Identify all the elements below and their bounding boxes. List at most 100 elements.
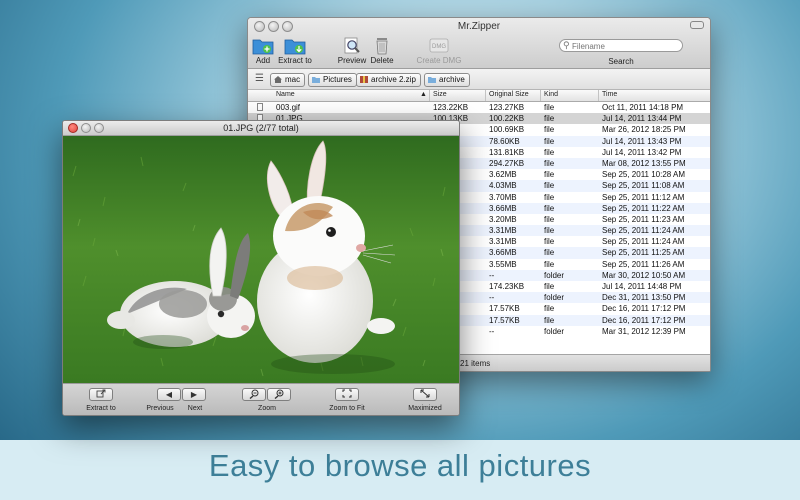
cell-time: Sep 25, 2011 11:12 AM xyxy=(602,192,685,202)
cell-time: Dec 16, 2011 17:12 PM xyxy=(602,304,686,314)
cell-original: -- xyxy=(489,293,495,303)
add-folder-icon xyxy=(252,39,274,55)
window-title: Mr.Zipper xyxy=(457,21,501,32)
column-header-time[interactable]: Time xyxy=(602,91,617,98)
cell-name: 003.gif xyxy=(276,103,301,112)
cell-time: Jul 14, 2011 14:48 PM xyxy=(602,282,682,291)
path-crumb-pictures[interactable]: Pictures xyxy=(308,73,357,87)
promo-caption: Easy to browse all pictures xyxy=(208,448,592,483)
cell-original: 100.22KB xyxy=(489,114,525,124)
cell-time: Dec 16, 2011 17:12 PM xyxy=(602,315,686,325)
create-dmg-label: Create DMG xyxy=(416,56,462,65)
expand-arrows-icon xyxy=(420,389,430,398)
fit-frame-icon xyxy=(342,389,352,398)
cell-original: 3.31MB xyxy=(489,237,517,247)
path-crumb-archive[interactable]: archive xyxy=(424,73,470,87)
cell-original: 3.31MB xyxy=(489,226,517,236)
path-crumb-archive-zip[interactable]: archive 2.zip xyxy=(356,73,421,87)
table-row[interactable]: 003.gif 123.22KB 123.27KB file Oct 11, 2011 … xyxy=(248,102,710,113)
home-icon xyxy=(274,76,282,83)
preview-magnifier-icon xyxy=(344,37,360,54)
previous-arrow-icon: ◀ xyxy=(165,390,173,399)
path-crumb-label: archive xyxy=(439,75,465,84)
maximized-button[interactable] xyxy=(413,388,437,401)
image-viewer-window: 01.JPG (2/77 total) Extract to ◀ ▶ Previ… xyxy=(62,120,460,416)
toolbar-toggle-button[interactable] xyxy=(690,21,704,29)
cell-original: 123.27KB xyxy=(489,103,525,112)
cell-time: Sep 25, 2011 11:08 AM xyxy=(602,181,685,191)
file-list-header: Name ▲ Size Original Size Kind Time xyxy=(248,90,710,102)
cell-kind: file xyxy=(544,203,555,213)
path-menu-icon[interactable]: ☰ xyxy=(255,73,264,84)
cell-kind: file xyxy=(544,315,555,325)
cell-kind: file xyxy=(544,192,555,202)
maximized-label: Maximized xyxy=(408,405,442,412)
cell-original: 3.62MB xyxy=(489,170,517,180)
path-crumb-label: mac xyxy=(285,75,301,84)
cell-time: Sep 25, 2011 11:26 AM xyxy=(602,259,685,269)
cell-kind: file xyxy=(544,170,555,180)
cell-kind: file xyxy=(544,158,555,168)
cell-kind: file xyxy=(544,304,555,314)
cell-time: Jul 14, 2011 13:43 PM xyxy=(602,136,682,146)
cell-original: 3.20MB xyxy=(489,214,517,224)
zoom-label: Zoom xyxy=(258,405,276,412)
extract-to-viewer-button[interactable] xyxy=(89,388,113,401)
zip-archive-icon xyxy=(360,76,368,83)
path-crumb-label: archive 2.zip xyxy=(371,75,416,84)
cell-original: 100.69KB xyxy=(489,125,525,135)
cell-time: Mar 31, 2012 12:39 PM xyxy=(602,326,686,336)
search-input[interactable] xyxy=(572,41,677,51)
cell-original: 17.57KB xyxy=(489,315,520,325)
cell-original: 78.60KB xyxy=(489,136,520,146)
zoom-in-button[interactable] xyxy=(267,388,291,401)
next-label: Next xyxy=(187,405,203,412)
cell-kind: file xyxy=(544,136,555,146)
column-header-original-size[interactable]: Original Size xyxy=(489,91,529,98)
cell-original: 3.70MB xyxy=(489,192,517,202)
zoom-out-icon xyxy=(249,389,259,400)
dmg-disk-icon: DMG xyxy=(429,38,449,53)
cell-kind: file xyxy=(544,214,555,224)
cell-original: 294.27KB xyxy=(489,158,525,168)
extract-to-button[interactable]: Extract to xyxy=(275,36,315,65)
previous-button[interactable]: ◀ xyxy=(157,388,181,401)
path-crumb-home[interactable]: mac xyxy=(270,73,306,87)
folder-icon xyxy=(312,77,320,83)
cell-kind: folder xyxy=(544,326,565,336)
viewer-toolbar: Extract to ◀ ▶ Previous Next Zoom Zoom t… xyxy=(63,383,459,415)
cell-time: Oct 11, 2011 14:18 PM xyxy=(602,103,684,112)
zoom-to-fit-label: Zoom to Fit xyxy=(329,405,365,412)
cell-original: -- xyxy=(489,270,495,280)
column-header-kind[interactable]: Kind xyxy=(544,91,558,98)
next-button[interactable]: ▶ xyxy=(182,388,206,401)
dmg-badge-text: DMG xyxy=(432,44,446,50)
cell-original: 131.81KB xyxy=(489,147,525,157)
cell-kind: file xyxy=(544,237,555,247)
column-header-size[interactable]: Size xyxy=(433,91,447,98)
extract-folder-icon xyxy=(284,39,306,55)
zoom-to-fit-button[interactable] xyxy=(335,388,359,401)
path-crumb-label: Pictures xyxy=(323,75,352,84)
column-header-name[interactable]: Name xyxy=(276,91,295,98)
file-icon xyxy=(257,103,263,111)
zipper-titlebar: Mr.Zipper Add Extract to Preview Delete … xyxy=(248,18,710,69)
delete-button[interactable]: Delete xyxy=(362,36,402,65)
next-arrow-icon: ▶ xyxy=(190,390,198,399)
cell-time: Mar 30, 2012 10:50 AM xyxy=(602,270,686,280)
search-field[interactable]: ⚲ xyxy=(559,39,683,52)
cell-kind: file xyxy=(544,282,555,291)
cell-kind: folder xyxy=(544,270,565,280)
sort-ascending-icon: ▲ xyxy=(420,91,427,98)
item-count: 21 items xyxy=(460,359,491,368)
search-icon: ⚲ xyxy=(563,40,570,50)
add-label: Add xyxy=(255,56,271,65)
trash-icon xyxy=(376,38,388,55)
zoom-out-button[interactable] xyxy=(242,388,266,401)
cell-original: 3.66MB xyxy=(489,248,517,258)
cell-original: -- xyxy=(489,326,495,336)
create-dmg-button[interactable]: DMG Create DMG xyxy=(416,36,462,65)
cell-kind: file xyxy=(544,147,555,157)
cell-kind: file xyxy=(544,248,555,258)
rabbit-photo xyxy=(63,136,459,383)
